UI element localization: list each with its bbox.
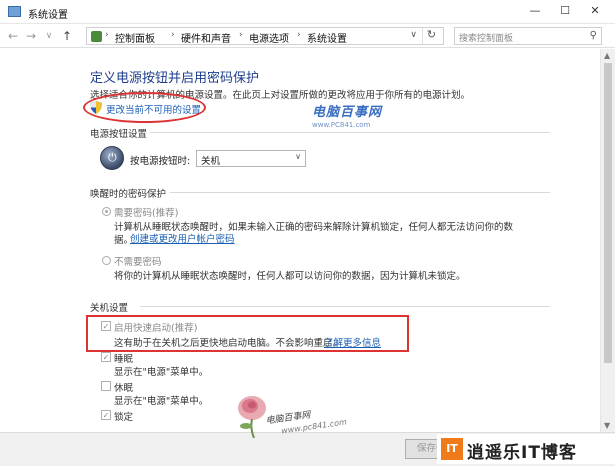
watermark-logo: 电脑百事网 www.PC841.com [312,105,383,129]
hibernate-desc: 显示在"电源"菜单中。 [114,396,209,407]
navigation-bar: ← → ∨ ↑ › 控制面板 › 硬件和声音 › 电源选项 › 系统设置 ∨ ↻… [0,24,615,48]
address-dropdown-icon[interactable]: ∨ [410,30,417,40]
page-title: 定义电源按钮并启用密码保护 [90,71,260,86]
scroll-up-icon[interactable]: ▲ [604,51,610,60]
lock-label: 锁定 [114,412,134,423]
section-divider [150,132,550,133]
up-arrow-icon[interactable]: ↑ [60,28,74,44]
breadcrumb-separator: › [239,30,243,40]
window-title: 系统设置 [28,10,68,21]
sleep-desc: 显示在"电源"菜单中。 [114,367,209,378]
title-bar: 系统设置 — ☐ ✕ [0,0,615,24]
close-button[interactable]: ✕ [583,2,607,20]
no-password-label: 不需要密码 [114,257,162,268]
brand-name: 逍遥乐IT博客 [467,443,577,463]
create-change-password-link[interactable]: 创建或更改用户帐户密码 [130,231,235,245]
lock-checkbox[interactable]: ✓ [101,410,111,420]
search-icon: ⚲ [589,30,597,41]
no-password-desc: 将你的计算机从睡眠状态唤醒时，任何人都可以访问你的数据，因为计算机未锁定。 [114,271,466,282]
hibernate-label: 休眠 [114,383,134,394]
search-input[interactable]: 搜索控制面板 ⚲ [454,27,602,45]
search-placeholder: 搜索控制面板 [459,34,514,44]
breadcrumb-separator: › [105,30,109,40]
section-divider [170,192,550,193]
main-content: 电脑百事网 www.PC841.com 定义电源按钮并启用密码保护 选择适合你的… [0,49,600,432]
sleep-label: 睡眠 [114,354,134,365]
address-bar[interactable]: › 控制面板 › 硬件和声音 › 电源选项 › 系统设置 ∨ ↻ [86,27,444,45]
power-button-label: 按电源按钮时: [130,156,191,167]
brand-watermark: IT 逍遥乐IT博客 [437,434,615,464]
vertical-scrollbar[interactable]: ▲ ▼ [600,49,615,432]
power-button-action-value: 关机 [201,156,221,167]
hibernate-checkbox[interactable] [101,381,111,391]
breadcrumb-control-panel[interactable]: 控制面板 [115,30,155,45]
scroll-down-icon[interactable]: ▼ [604,421,610,430]
control-panel-icon [91,31,102,42]
control-panel-icon [8,6,21,17]
highlight-rectangle [86,315,409,352]
highlight-oval [83,92,206,123]
brand-logo-icon: IT [441,438,463,460]
section-divider [140,306,550,307]
scrollbar-thumb[interactable] [604,63,612,363]
no-password-radio[interactable] [102,256,111,265]
forward-arrow-icon[interactable]: → [24,28,38,44]
wake-password-section-title: 唤醒时的密码保护 [90,189,167,200]
refresh-icon[interactable]: ↻ [422,28,440,44]
power-button-action-select[interactable]: 关机 ∨ [196,150,306,167]
recent-locations-dropdown[interactable]: ∨ [42,28,56,44]
back-arrow-icon[interactable]: ← [6,28,20,44]
sleep-checkbox[interactable]: ✓ [101,352,111,362]
breadcrumb-power-options[interactable]: 电源选项 [249,30,289,45]
breadcrumb-system-settings[interactable]: 系统设置 [307,30,347,45]
breadcrumb-hardware-sound[interactable]: 硬件和声音 [181,30,231,45]
shutdown-section-title: 关机设置 [90,303,129,314]
breadcrumb-separator: › [171,30,175,40]
chevron-down-icon: ∨ [295,152,301,161]
power-icon: ⏻ [100,146,124,170]
require-password-radio[interactable] [102,207,111,216]
require-password-label: 需要密码(推荐) [114,208,179,219]
breadcrumb-separator: › [297,30,301,40]
maximize-button[interactable]: ☐ [553,2,577,20]
power-button-section-title: 电源按钮设置 [90,129,148,140]
minimize-button[interactable]: — [523,2,547,20]
